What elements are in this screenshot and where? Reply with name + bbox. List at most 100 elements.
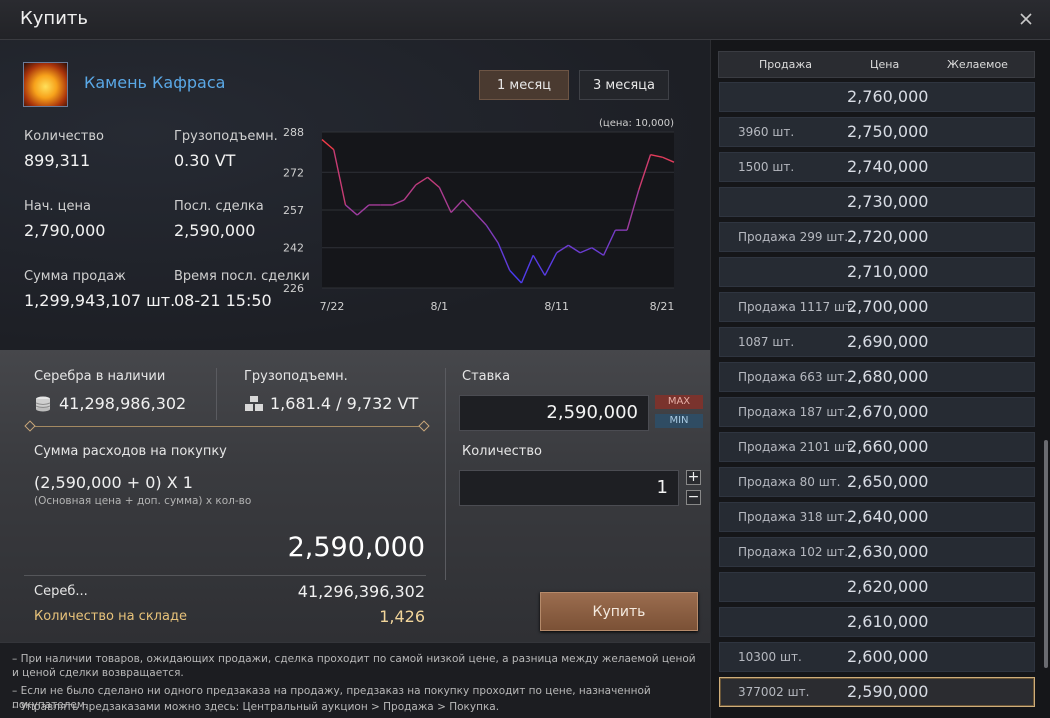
chart-y-tick: 288	[283, 126, 304, 139]
order-row-price: 2,640,000	[847, 507, 929, 526]
order-row-quantity: 3960 шт.	[738, 125, 795, 139]
last-deal-value: 2,590,000	[174, 221, 256, 240]
period-1-month-button[interactable]: 1 месяц	[479, 70, 569, 100]
ornament-divider	[30, 426, 426, 427]
order-row[interactable]: 1500 шт. 2,740,000	[719, 152, 1035, 182]
order-row[interactable]: Продажа 299 шт. 2,720,000	[719, 222, 1035, 252]
bid-quantity-label: Количество	[462, 444, 542, 459]
cost-formula: (2,590,000 + 0) X 1	[34, 473, 193, 492]
price-history-chart-svg: 288 272 257 242 226 7/22 8/1 8/11 8/21 (цена: 10,…	[283, 118, 675, 313]
chart-x-tick: 8/21	[650, 300, 675, 313]
order-row-price: 2,760,000	[847, 87, 929, 106]
order-row[interactable]: 2,730,000	[719, 187, 1035, 217]
buy-button[interactable]: Купить	[540, 592, 698, 631]
order-row[interactable]: 377002 шт. 2,590,000	[719, 677, 1035, 707]
order-book-scrollbar[interactable]	[1044, 440, 1048, 668]
order-row[interactable]: 1087 шт. 2,690,000	[719, 327, 1035, 357]
header-want: Желаемое	[947, 58, 1008, 71]
order-book-panel: Продажа Цена Желаемое 2,760,000 3960 шт. 2…	[710, 40, 1050, 718]
order-row-price: 2,710,000	[847, 262, 929, 281]
silver-after-value: 41,296,396,302	[297, 582, 425, 601]
header-sell: Продажа	[759, 58, 812, 71]
order-row-price: 2,680,000	[847, 367, 929, 386]
order-row[interactable]: Продажа 187 шт. 2,670,000	[719, 397, 1035, 427]
chart-x-tick: 8/11	[544, 300, 569, 313]
order-row-price: 2,750,000	[847, 122, 929, 141]
item-weight-value: 0.30 VT	[174, 151, 236, 170]
storage-quantity-value: 1,426	[379, 607, 425, 626]
order-row-price: 2,660,000	[847, 437, 929, 456]
bid-label: Ставка	[462, 369, 511, 384]
chart-x-tick: 7/22	[320, 300, 345, 313]
order-row-price: 2,600,000	[847, 647, 929, 666]
order-row-price: 2,650,000	[847, 472, 929, 491]
item-info-panel: Камень Кафраса 1 месяц 3 месяца Количест…	[0, 40, 710, 350]
bid-quantity-input[interactable]: 1	[459, 470, 679, 506]
order-row[interactable]: 10300 шт. 2,600,000	[719, 642, 1035, 672]
order-row[interactable]: Продажа 80 шт. 2,650,000	[719, 467, 1035, 497]
notes-panel: – При наличии товаров, ожидающих продажи…	[0, 642, 710, 718]
order-row-price: 2,740,000	[847, 157, 929, 176]
order-row[interactable]: Продажа 663 шт. 2,680,000	[719, 362, 1035, 392]
summary-divider	[24, 575, 426, 576]
header-price: Цена	[870, 58, 900, 71]
ornament-left-diamond	[24, 420, 36, 432]
title-bar: Купить	[0, 0, 1050, 40]
quantity-value: 899,311	[24, 151, 91, 170]
order-row-quantity: Продажа 663 шт.	[738, 370, 849, 384]
wallet-weight-value: 1,681.4 / 9,732 VT	[270, 394, 419, 413]
order-row-price: 2,630,000	[847, 542, 929, 561]
chart-x-tick: 8/1	[430, 300, 448, 313]
order-row-price: 2,670,000	[847, 402, 929, 421]
order-row[interactable]: Продажа 318 шт. 2,640,000	[719, 502, 1035, 532]
column-divider	[445, 368, 446, 580]
silver-coins-icon	[34, 395, 52, 417]
order-row-quantity: 1087 шт.	[738, 335, 795, 349]
last-deal-time-value: 08-21 15:50	[174, 291, 272, 310]
order-row-quantity: Продажа 187 шт.	[738, 405, 849, 419]
order-row[interactable]: 2,710,000	[719, 257, 1035, 287]
item-weight-label: Грузоподъемн.	[174, 129, 278, 144]
order-row-price: 2,720,000	[847, 227, 929, 246]
order-row-quantity: Продажа 102 шт.	[738, 545, 849, 559]
max-price-button[interactable]: MAX	[655, 395, 703, 409]
order-row[interactable]: Продажа 2101 шт. 2,660,000	[719, 432, 1035, 462]
bid-price-input[interactable]: 2,590,000	[459, 395, 649, 431]
order-book-header: Продажа Цена Желаемое	[718, 51, 1035, 78]
order-row[interactable]: 3960 шт. 2,750,000	[719, 117, 1035, 147]
period-3-months-button[interactable]: 3 месяца	[579, 70, 669, 100]
order-row-price: 2,730,000	[847, 192, 929, 211]
order-row[interactable]: 2,620,000	[719, 572, 1035, 602]
quantity-decrease-button[interactable]: −	[686, 490, 701, 505]
chart-y-tick: 257	[283, 204, 304, 217]
cost-formula-hint: (Основная цена + доп. сумма) х кол-во	[34, 495, 252, 507]
min-price-button[interactable]: MIN	[655, 414, 703, 428]
item-name[interactable]: Камень Кафраса	[84, 73, 225, 92]
order-row[interactable]: 2,610,000	[719, 607, 1035, 637]
order-row[interactable]: 2,760,000	[719, 82, 1035, 112]
purchase-cost-label: Сумма расходов на покупку	[34, 444, 227, 459]
quantity-increase-button[interactable]: +	[686, 470, 701, 485]
kafras-stone-icon[interactable]	[23, 62, 68, 107]
chart-y-tick: 272	[283, 166, 304, 179]
order-row-quantity: 377002 шт.	[738, 685, 810, 699]
wallet-weight-label: Грузоподъемн.	[244, 369, 348, 384]
order-row-price: 2,610,000	[847, 612, 929, 631]
order-row-price: 2,620,000	[847, 577, 929, 596]
cost-total: 2,590,000	[287, 532, 425, 563]
purchase-panel: Серебра в наличии 41,298,986,302 Грузопо…	[0, 350, 710, 642]
close-icon[interactable]	[1016, 9, 1036, 29]
order-row[interactable]: Продажа 1117 шт. 2,700,000	[719, 292, 1035, 322]
chart-y-tick: 242	[283, 242, 304, 255]
price-history-chart: 288 272 257 242 226 7/22 8/1 8/11 8/21 (цена: 10,…	[282, 116, 682, 316]
order-row[interactable]: Продажа 102 шт. 2,630,000	[719, 537, 1035, 567]
order-row-quantity: Продажа 80 шт.	[738, 475, 841, 489]
chart-y-tick: 226	[283, 282, 304, 295]
chart-unit-note: (цена: 10,000)	[599, 118, 674, 129]
silver-value: 41,298,986,302	[59, 394, 187, 413]
note-manage-orders: – Управлять предзаказами можно здесь: Це…	[12, 701, 500, 713]
order-row-price: 2,690,000	[847, 332, 929, 351]
order-row-price: 2,590,000	[847, 682, 929, 701]
silver-label: Серебра в наличии	[34, 369, 166, 384]
order-row-quantity: Продажа 1117 шт.	[738, 300, 856, 314]
